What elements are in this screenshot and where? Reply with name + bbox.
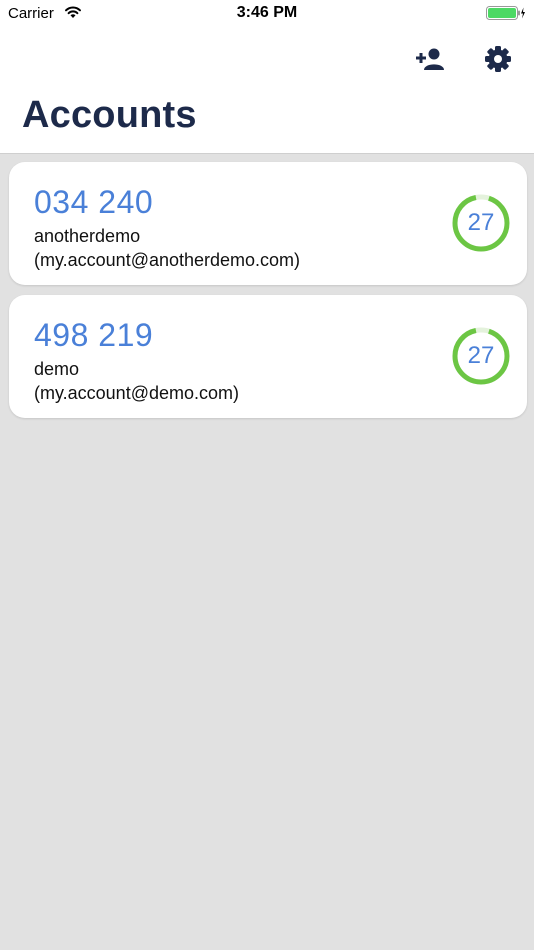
account-card[interactable]: 498 219 demo (my.account@demo.com) 27 (9, 295, 527, 418)
add-account-button[interactable] (410, 42, 450, 76)
account-name: anotherdemo (34, 226, 141, 246)
account-email: (my.account@demo.com) (34, 383, 239, 403)
battery-icon (486, 6, 525, 20)
settings-button[interactable] (478, 42, 518, 76)
add-person-icon (416, 48, 444, 70)
account-email: (my.account@anotherdemo.com) (34, 250, 301, 270)
gear-icon (485, 46, 511, 72)
countdown-seconds: 27 (467, 209, 495, 236)
account-card[interactable]: 034 240 anotherdemo (my.account@anotherd… (9, 162, 527, 285)
app-header: Accounts (0, 28, 534, 154)
countdown-seconds: 27 (467, 342, 495, 369)
account-list: 034 240 anotherdemo (my.account@anotherd… (9, 162, 527, 428)
status-bar: Carrier 3:46 PM (0, 0, 534, 28)
accounts-screen: Carrier 3:46 PM Accounts 034 240 another… (0, 0, 534, 950)
otp-code: 034 240 (34, 184, 154, 220)
clock: 3:46 PM (236, 4, 298, 21)
account-name: demo (34, 359, 80, 379)
countdown-timer: 27 (451, 193, 511, 253)
page-title: Accounts (22, 94, 197, 136)
countdown-timer: 27 (451, 326, 511, 386)
otp-code: 498 219 (34, 317, 154, 353)
